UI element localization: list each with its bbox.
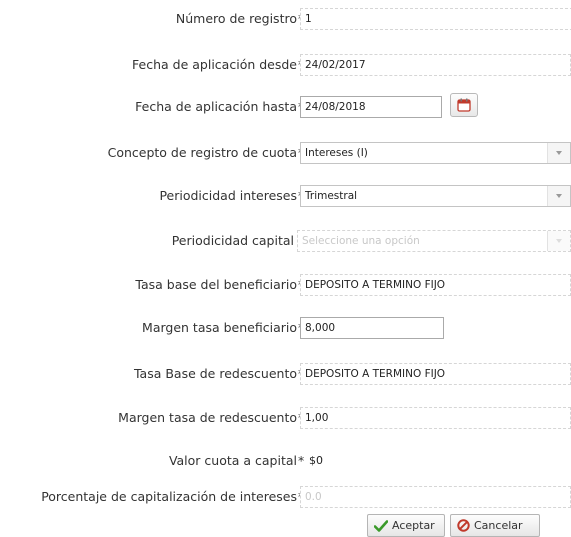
row-fecha-desde: Fecha de aplicación desde * 24/02/2017 (0, 50, 571, 80)
valor-cuota-capital-value: $0 (309, 454, 323, 467)
periodicidad-capital-select: Seleccione una opción (297, 230, 571, 252)
row-fecha-hasta: Fecha de aplicación hasta * 24/08/2018 (0, 92, 571, 122)
valor-cuota-capital-label: Valor cuota a capital (168, 453, 297, 468)
tasa-base-redescuento-label: Tasa Base de redescuento (133, 366, 297, 381)
calendar-icon (457, 98, 471, 112)
periodicidad-intereses-label: Periodicidad intereses (159, 188, 297, 203)
fecha-desde-label: Fecha de aplicación desde (132, 57, 297, 72)
row-porcentaje-capitalizacion: Porcentaje de capitalización de interese… (0, 482, 571, 512)
periodicidad-intereses-select[interactable]: Trimestral (300, 185, 571, 207)
chevron-down-icon (547, 231, 570, 251)
accept-button-label: Aceptar (392, 519, 435, 532)
row-margen-tasa-beneficiario: Margen tasa beneficiario * 8,000 (0, 313, 571, 343)
tasa-base-beneficiario-field: DEPOSITO A TERMINO FIJO (300, 274, 571, 296)
chevron-down-icon[interactable] (547, 186, 570, 206)
concepto-label: Concepto de registro de cuota (107, 145, 297, 160)
row-periodicidad-intereses: Periodicidad intereses * Trimestral (0, 181, 571, 211)
calendar-button[interactable] (450, 93, 478, 117)
row-tasa-base-redescuento: Tasa Base de redescuento * DEPOSITO A TE… (0, 359, 571, 389)
periodicidad-capital-placeholder: Seleccione una opción (302, 235, 420, 247)
numero-registro-label: Número de registro (175, 11, 297, 26)
tasa-base-beneficiario-label: Tasa base del beneficiario (135, 277, 297, 292)
row-tasa-base-beneficiario: Tasa base del beneficiario * DEPOSITO A … (0, 270, 571, 300)
cuota-form: Número de registro * 1 Fecha de aplicaci… (0, 0, 571, 537)
periodicidad-intereses-value: Trimestral (305, 190, 358, 202)
fecha-hasta-label: Fecha de aplicación hasta (135, 99, 297, 114)
cancel-button[interactable]: Cancelar (450, 514, 540, 537)
cancel-button-label: Cancelar (474, 519, 523, 532)
fecha-desde-field[interactable]: 24/02/2017 (300, 54, 571, 76)
margen-tasa-beneficiario-label: Margen tasa beneficiario (142, 320, 297, 335)
row-periodicidad-capital: Periodicidad capital Seleccione una opci… (0, 226, 571, 256)
porcentaje-capitalizacion-label: Porcentaje de capitalización de interese… (41, 489, 297, 504)
concepto-select[interactable]: Intereses (I) (300, 142, 571, 164)
checkmark-icon (374, 519, 388, 532)
row-concepto: Concepto de registro de cuota * Interese… (0, 138, 571, 168)
fecha-hasta-input[interactable]: 24/08/2018 (300, 96, 442, 118)
required-mark: * (298, 453, 305, 468)
row-valor-cuota-capital: Valor cuota a capital * $0 (0, 446, 571, 476)
numero-registro-field[interactable]: 1 (300, 8, 571, 30)
tasa-base-redescuento-field: DEPOSITO A TERMINO FIJO (300, 363, 571, 385)
margen-tasa-redescuento-field: 1,00 (300, 407, 571, 429)
accept-button[interactable]: Aceptar (367, 514, 445, 537)
row-numero-registro: Número de registro * 1 (0, 4, 571, 34)
margen-tasa-redescuento-label: Margen tasa de redescuento (118, 410, 297, 425)
margen-tasa-beneficiario-input[interactable]: 8,000 (300, 317, 444, 339)
row-margen-tasa-redescuento: Margen tasa de redescuento * 1,00 (0, 403, 571, 433)
chevron-down-icon[interactable] (547, 143, 570, 163)
concepto-select-value: Intereses (I) (305, 147, 368, 159)
porcentaje-capitalizacion-field: 0.0 (300, 486, 571, 508)
periodicidad-capital-label: Periodicidad capital (171, 233, 294, 248)
cancel-icon (457, 519, 470, 532)
